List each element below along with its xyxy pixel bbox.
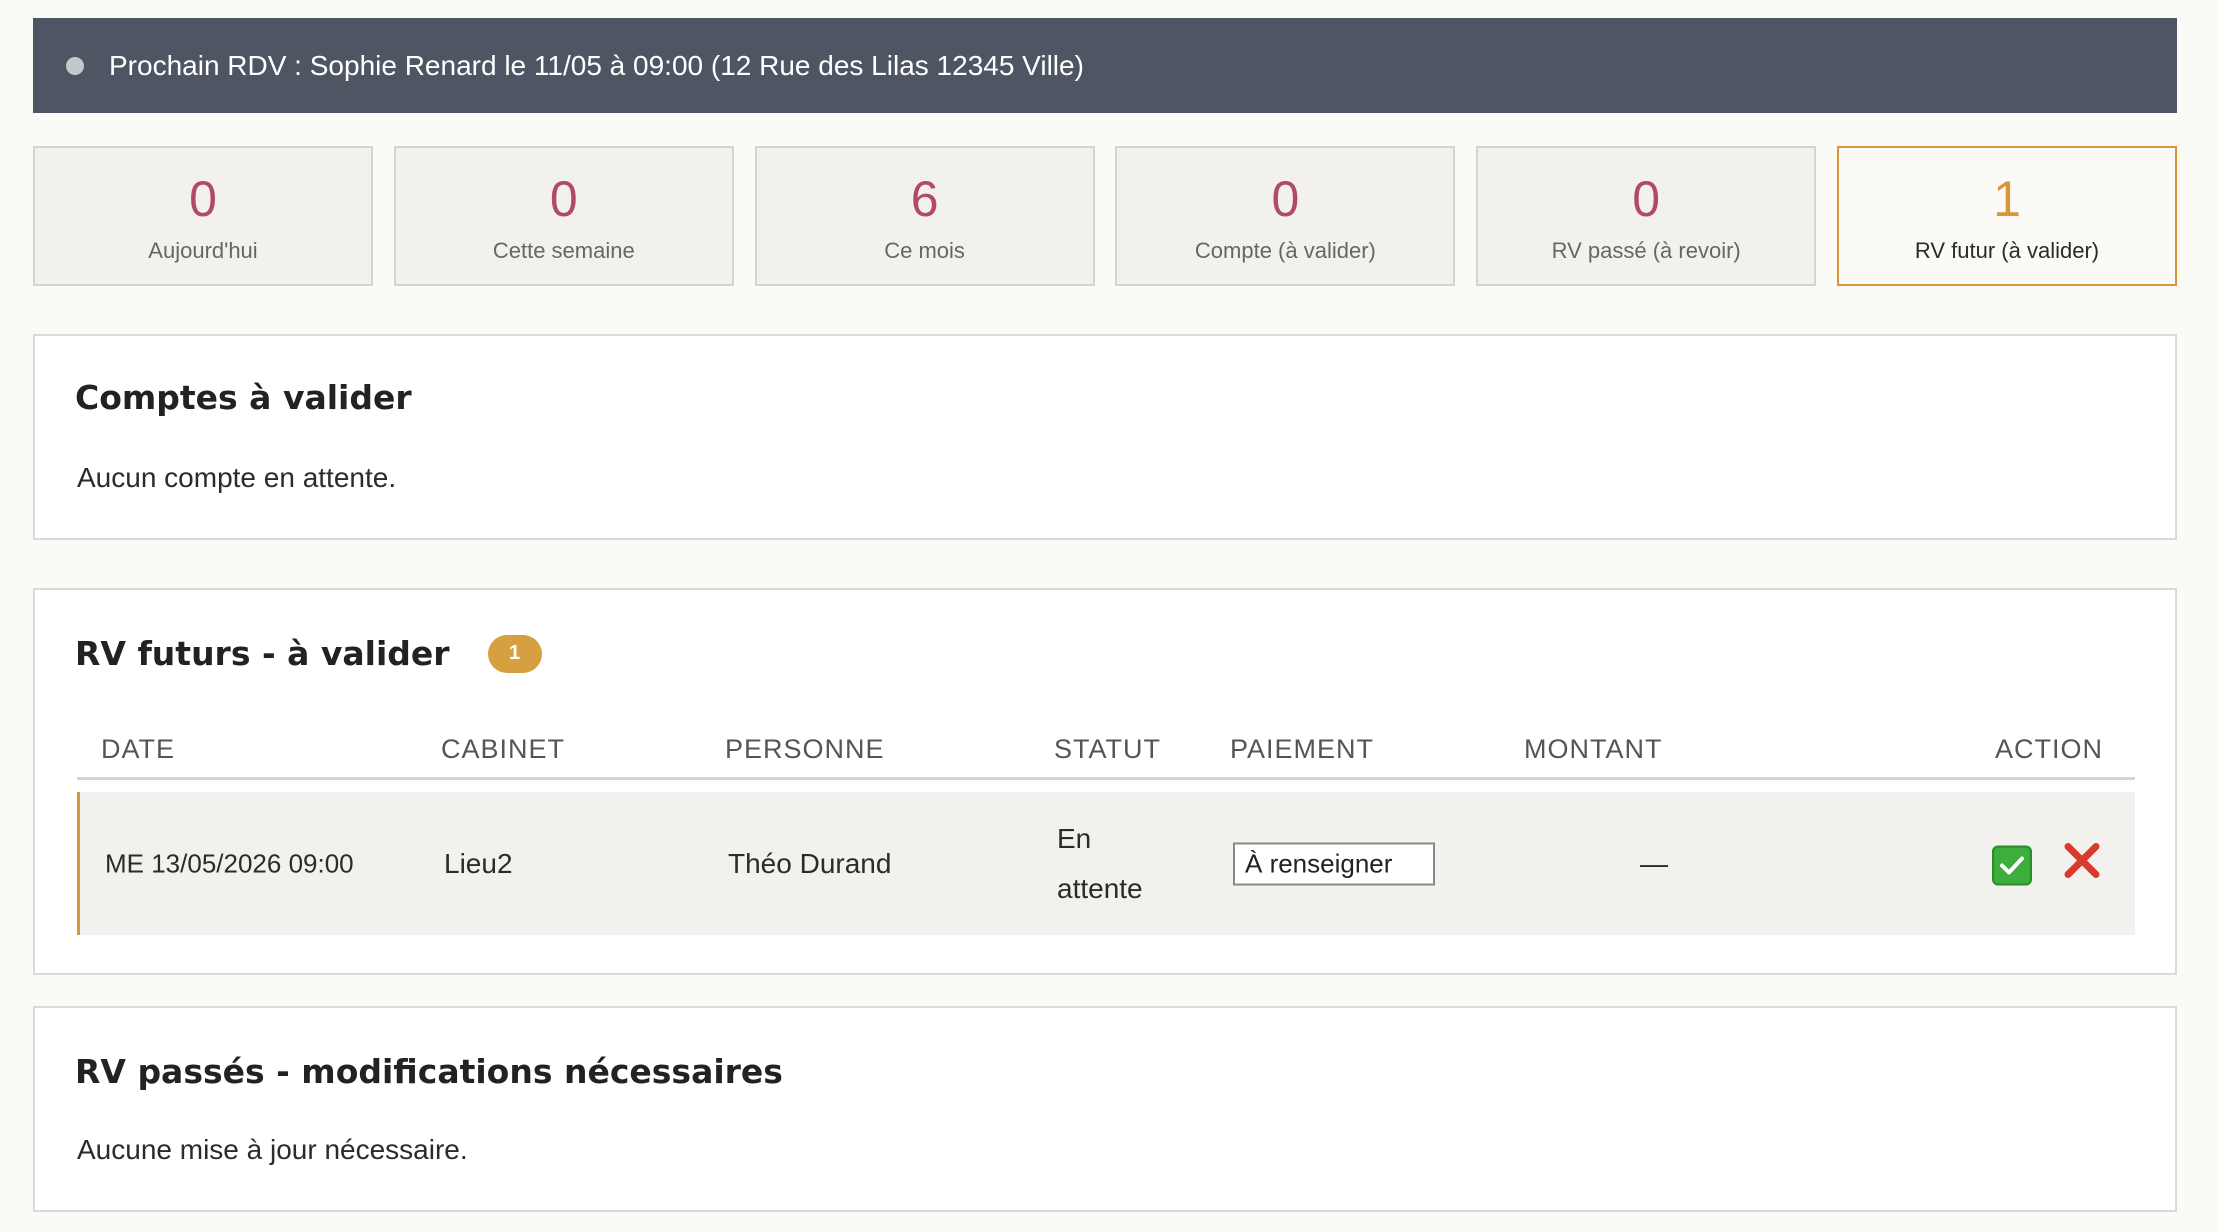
row-montant: — [1640,847,1668,879]
stat-label: RV passé (à revoir) [1551,238,1741,263]
row-paiement-cell [1233,842,1435,885]
col-date: DATE [101,734,176,764]
stat-this-week[interactable]: 0 Cette semaine [393,146,734,286]
row-statut: En attente [1057,814,1143,914]
validate-button[interactable] [1992,845,2032,885]
row-cabinet: Lieu2 [444,847,513,879]
row-personne: Théo Durand [728,847,892,879]
next-appointment-banner: Prochain RDV : Sophie Renard le 11/05 à … [33,18,2177,113]
future-appointments-panel: RV futurs - à valider 1 DATE CABINET PER… [33,588,2177,975]
row-date: ME 13/05/2026 09:00 [105,848,354,878]
col-paiement: PAIEMENT [1230,734,1375,764]
cross-icon [2064,842,2100,878]
stat-label: RV futur (à valider) [1914,238,2100,263]
stat-value: 0 [189,171,217,227]
row-statut-line1: En [1057,822,1092,854]
accounts-to-validate-panel: Comptes à valider Aucun compte en attent… [33,334,2177,540]
next-appointment-text: Prochain RDV : Sophie Renard le 11/05 à … [109,49,1084,81]
col-cabinet: CABINET [441,734,566,764]
stat-this-month[interactable]: 6 Ce mois [754,146,1095,286]
row-actions [1992,840,2102,887]
col-personne: PERSONNE [725,734,885,764]
stat-accounts-to-validate[interactable]: 0 Compte (à valider) [1115,146,1456,286]
col-action: ACTION [1995,734,2104,764]
future-count-badge: 1 [487,634,542,673]
reject-button[interactable] [2062,840,2102,880]
row-statut-line2: attente [1057,872,1143,904]
stat-past-to-review[interactable]: 0 RV passé (à revoir) [1476,146,1817,286]
past-title: RV passés - modifications nécessaires [75,1052,783,1091]
stat-today[interactable]: 0 Aujourd'hui [33,146,373,286]
stat-label: Ce mois [884,238,965,263]
table-row: ME 13/05/2026 09:00 Lieu2 Théo Durand En… [77,792,2135,935]
stat-value: 1 [1993,171,2021,227]
payment-input[interactable] [1233,842,1435,885]
stat-value: 6 [910,171,939,227]
stats-row: 0 Aujourd'hui 0 Cette semaine 6 Ce mois … [33,146,2177,286]
stat-future-to-validate[interactable]: 1 RV futur (à valider) [1836,146,2177,286]
stat-label: Compte (à valider) [1194,238,1376,263]
accounts-title: Comptes à valider [75,378,412,417]
col-montant: MONTANT [1524,734,1663,764]
table-header: DATE CABINET PERSONNE STATUT PAIEMENT MO… [77,730,2135,780]
future-title-wrap: RV futurs - à valider 1 [75,634,542,673]
check-mark-icon [2000,856,2024,874]
future-title: RV futurs - à valider [75,634,450,673]
stat-value: 0 [1632,171,1661,227]
stat-value: 0 [1271,171,1300,227]
status-dot-icon [66,56,84,75]
past-empty-message: Aucune mise à jour nécessaire. [77,1134,468,1165]
stat-value: 0 [549,171,578,227]
past-appointments-panel: RV passés - modifications nécessaires Au… [33,1006,2177,1212]
col-statut: STATUT [1054,734,1161,764]
accounts-empty-message: Aucun compte en attente. [77,462,397,493]
stat-label: Aujourd'hui [148,238,258,263]
stat-label: Cette semaine [492,238,635,263]
